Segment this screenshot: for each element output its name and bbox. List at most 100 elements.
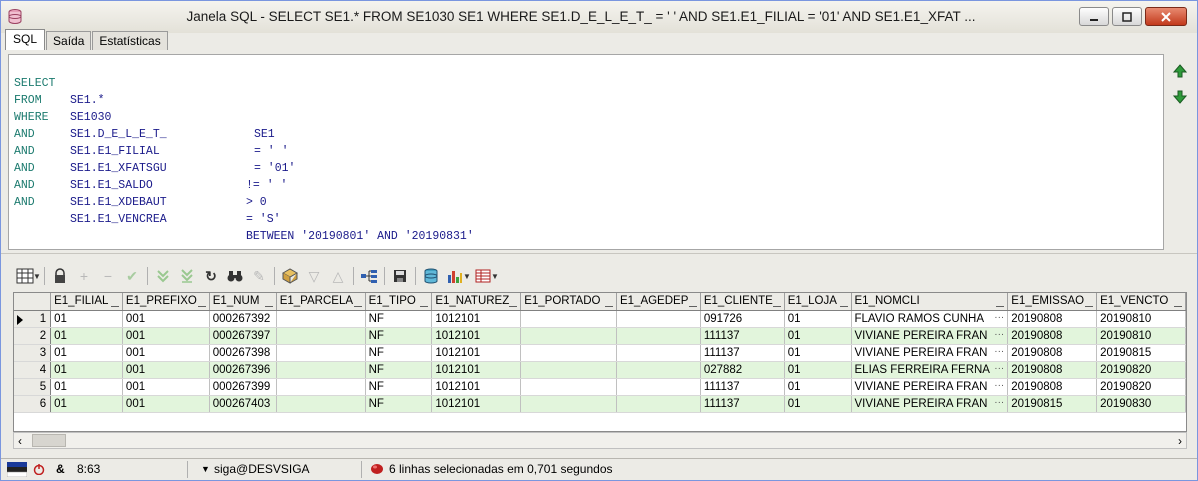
table-cell[interactable] [520,361,617,379]
table-cell[interactable]: 001 [122,378,210,396]
table-cell[interactable]: 111137 [700,378,785,396]
table-cell[interactable]: 20190820 [1096,361,1186,379]
table-cell[interactable]: 01 [50,378,123,396]
chevron-down-icon[interactable]: ▼ [491,265,499,287]
refresh-button[interactable]: ↻ [199,265,223,287]
table-cell[interactable] [520,395,617,413]
table-cell[interactable]: 001 [122,310,210,328]
table-cell[interactable] [520,310,617,328]
table-cell[interactable]: NF [365,327,433,345]
column-header[interactable]: E1_NOMCLI [851,293,1009,311]
minimize-button[interactable] [1079,7,1109,26]
table-cell[interactable]: 091726 [700,310,785,328]
table-cell[interactable]: 01 [784,344,852,362]
table-cell[interactable]: VIVIANE PEREIRA FRAN ··· [851,344,1009,362]
table-cell[interactable] [520,378,617,396]
column-header[interactable]: E1_NATUREZ [431,293,522,311]
clear-filter-button[interactable]: ✎ [247,265,271,287]
table-cell[interactable]: 01 [784,361,852,379]
table-cell[interactable] [616,310,701,328]
column-header[interactable]: E1_PARCELA [276,293,366,311]
connection-label[interactable]: siga@DESVSIGA [214,462,310,476]
table-cell[interactable]: 001 [122,344,210,362]
scrollbar-thumb[interactable] [32,434,66,447]
tree-button[interactable] [357,265,381,287]
column-header[interactable]: E1_VENCTO [1096,293,1186,311]
table-cell[interactable]: 111137 [700,344,785,362]
connection-dropdown-icon[interactable]: ▼ [201,464,210,474]
table-cell[interactable]: 000267397 [209,327,277,345]
table-cell[interactable] [276,361,366,379]
table-cell[interactable]: 000267398 [209,344,277,362]
arrow-up-icon[interactable] [1173,64,1187,78]
row-number[interactable]: 3 [14,344,52,362]
find-button[interactable] [223,265,247,287]
table-cell[interactable]: 027882 [700,361,785,379]
ellipsis-button[interactable]: ··· [994,329,1004,340]
table-cell[interactable] [616,378,701,396]
table-cell[interactable]: 20190808 [1007,361,1098,379]
table-cell[interactable]: 01 [50,310,123,328]
table-cell[interactable]: NF [365,395,433,413]
table-cell[interactable]: 001 [122,395,210,413]
table-cell[interactable]: 20190820 [1096,378,1186,396]
table-cell[interactable]: ELIAS FERREIRA FERNA ··· [851,361,1009,379]
horizontal-scrollbar[interactable]: ‹ › [13,432,1187,449]
table-cell[interactable]: 1012101 [431,344,522,362]
chevron-down-icon[interactable]: ▼ [33,265,41,287]
table-row[interactable]: 5 01 001 000267399 NF 1012101 111137 01 VIVIANE … [14,378,1186,396]
table-row[interactable]: 1 01 001 000267392 NF 1012101 091726 01 FLAVIO R… [14,310,1186,328]
table-cell[interactable]: 20190808 [1007,378,1098,396]
table-cell[interactable]: 20190810 [1096,327,1186,345]
table-cell[interactable]: 000267399 [209,378,277,396]
add-record-button[interactable]: + [72,265,96,287]
column-header[interactable]: E1_FILIAL [50,293,123,311]
table-cell[interactable] [616,344,701,362]
delete-record-button[interactable]: − [96,265,120,287]
table-cell[interactable] [616,361,701,379]
ellipsis-button[interactable]: ··· [994,380,1004,391]
sql-editor[interactable]: SELECT SE1.* FROM SE1030 SE1 WHERE SE1.D… [8,54,1164,250]
table-cell[interactable]: 01 [784,310,852,328]
scroll-left-icon[interactable]: ‹ [18,434,22,448]
table-cell[interactable]: 20190808 [1007,327,1098,345]
ellipsis-button[interactable]: ··· [994,346,1004,357]
row-number[interactable]: 1 [14,310,52,328]
table-cell[interactable]: 01 [50,361,123,379]
table-cell[interactable]: 20190830 [1096,395,1186,413]
close-button[interactable] [1145,7,1187,26]
ellipsis-button[interactable]: ··· [994,397,1004,408]
table-cell[interactable]: 001 [122,361,210,379]
table-cell[interactable]: 1012101 [431,378,522,396]
ellipsis-button[interactable]: ··· [994,312,1004,323]
column-header[interactable]: E1_EMISSAO [1007,293,1098,311]
table-cell[interactable]: 20190808 [1007,344,1098,362]
table-cell[interactable]: 01 [50,327,123,345]
table-cell[interactable]: 01 [50,395,123,413]
lock-button[interactable] [48,265,72,287]
row-number[interactable]: 2 [14,327,52,345]
column-header[interactable]: E1_CLIENTE [700,293,785,311]
table-cell[interactable]: 01 [784,378,852,396]
tab-estatisticas[interactable]: Estatísticas [92,31,168,50]
table-cell[interactable]: NF [365,361,433,379]
confirm-button[interactable]: ✔ [120,265,144,287]
table-cell[interactable]: FLAVIO RAMOS CUNHA ··· [851,310,1009,328]
table-cell[interactable]: 001 [122,327,210,345]
sort-up-button[interactable]: △ [326,265,350,287]
tab-sql[interactable]: SQL [5,29,46,50]
table-cell[interactable]: 000267392 [209,310,277,328]
table-cell[interactable] [520,327,617,345]
table-cell[interactable]: 111137 [700,395,785,413]
table-row[interactable]: 2 01 001 000267397 NF 1012101 111137 01 VIVIANE … [14,327,1186,345]
save-button[interactable] [388,265,412,287]
table-row[interactable]: 4 01 001 000267396 NF 1012101 027882 01 ELIAS FE… [14,361,1186,379]
arrow-down-icon[interactable] [1173,90,1187,104]
table-cell[interactable] [616,395,701,413]
splitter[interactable] [1,253,1197,260]
table-cell[interactable]: 20190815 [1007,395,1098,413]
table-cell[interactable]: 20190815 [1096,344,1186,362]
table-cell[interactable]: 20190810 [1096,310,1186,328]
table-cell[interactable] [276,395,366,413]
filter-button[interactable] [278,265,302,287]
